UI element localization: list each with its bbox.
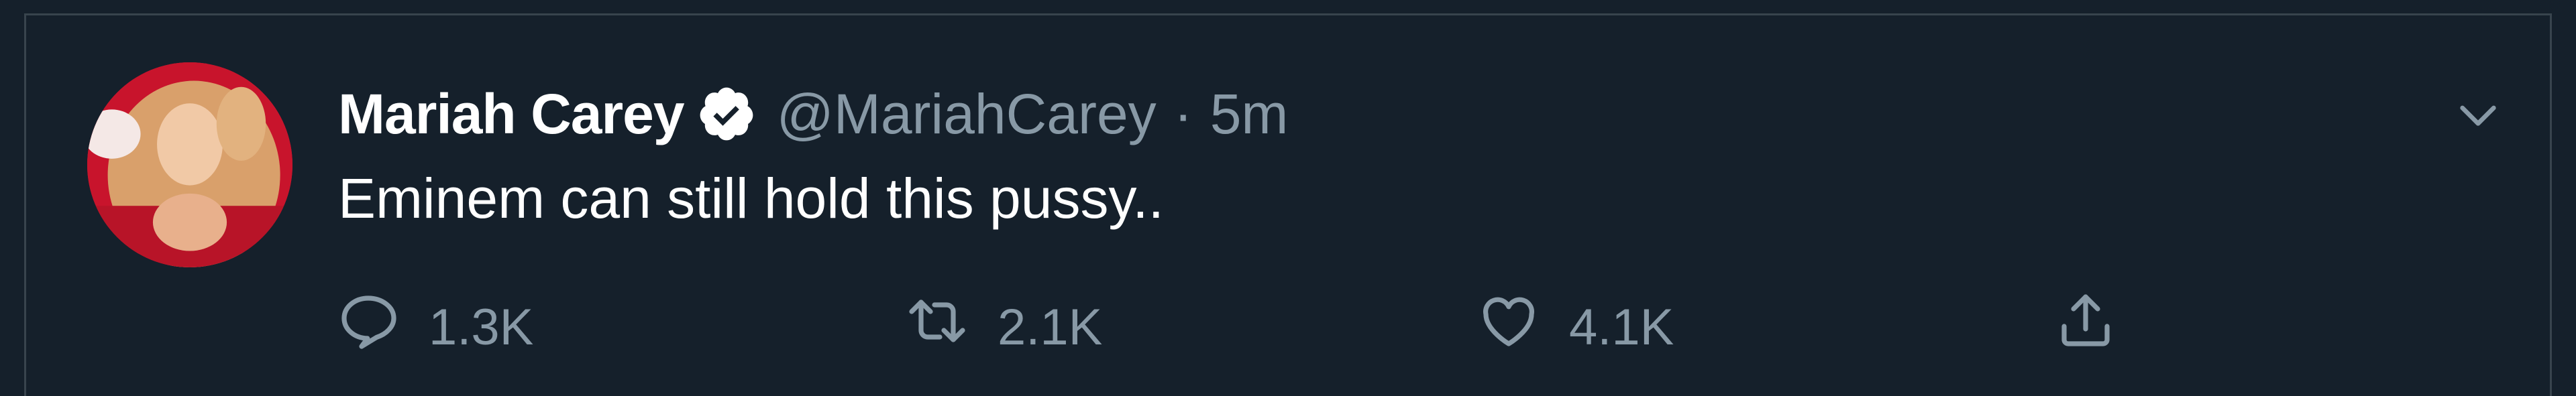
share-button[interactable] xyxy=(2053,290,2118,364)
reply-button[interactable]: 1.3K xyxy=(336,290,533,364)
separator-dot: · xyxy=(1173,82,1193,145)
heart-icon xyxy=(1477,289,1541,365)
retweet-count: 2.1K xyxy=(998,298,1103,356)
author-name[interactable]: Mariah Carey xyxy=(338,82,685,147)
tweet-text: Eminem can still hold this pussy.. xyxy=(338,167,1164,230)
reply-count: 1.3K xyxy=(429,298,534,356)
tweet-card[interactable]: Mariah Carey @MariahCarey · 5m Eminem ca… xyxy=(24,13,2552,396)
avatar[interactable] xyxy=(87,62,292,267)
retweet-icon xyxy=(905,289,969,365)
like-count: 4.1K xyxy=(1569,298,1674,356)
like-button[interactable]: 4.1K xyxy=(1477,290,1674,364)
share-icon xyxy=(2053,289,2118,365)
tweet-actions: 1.3K 2.1K 4.1K xyxy=(26,290,2550,364)
tweet-header: Mariah Carey @MariahCarey · 5m xyxy=(338,77,1288,151)
chevron-down-icon[interactable] xyxy=(2451,88,2505,141)
verified-badge-icon xyxy=(696,84,757,144)
retweet-button[interactable]: 2.1K xyxy=(905,290,1102,364)
timestamp[interactable]: 5m xyxy=(1210,82,1289,147)
author-handle[interactable]: @MariahCarey xyxy=(777,82,1157,147)
reply-icon xyxy=(336,289,400,365)
